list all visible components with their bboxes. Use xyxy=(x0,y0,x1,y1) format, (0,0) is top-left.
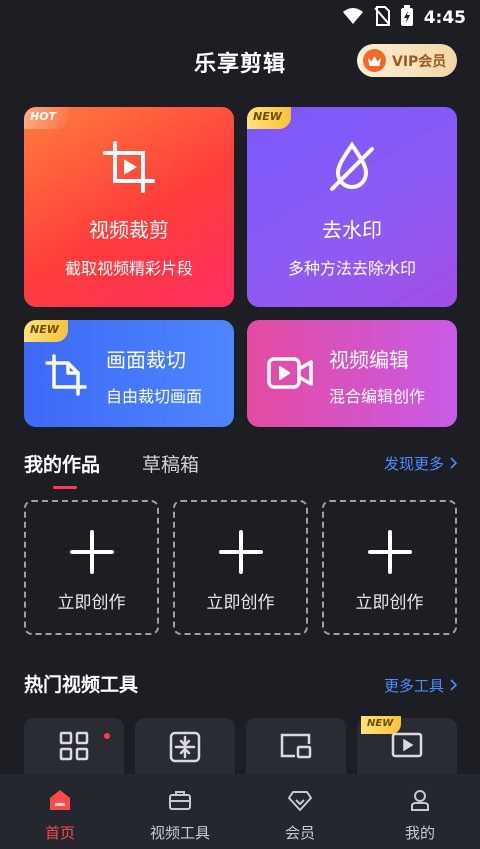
chevron-right-icon xyxy=(450,455,458,473)
remove-watermark-card[interactable]: NEW 去水印 多种方法去除水印 xyxy=(247,107,457,307)
status-bar: 4:45 xyxy=(0,0,480,34)
crop-frame-icon xyxy=(44,353,88,401)
video-edit-card[interactable]: 视频编辑 混合编辑创作 xyxy=(247,320,457,427)
remove-watermark-title: 去水印 xyxy=(322,218,382,242)
create-now-label: 立即创作 xyxy=(206,593,275,613)
status-time: 4:45 xyxy=(423,8,466,28)
video-edit-title: 视频编辑 xyxy=(329,348,409,372)
nav-video-tools-label: 视频工具 xyxy=(149,824,210,842)
video-crop-title: 视频裁剪 xyxy=(89,218,169,242)
toolbox-icon xyxy=(120,788,240,812)
nav-video-tools[interactable]: 视频工具 xyxy=(120,774,240,849)
frame-crop-title: 画面裁切 xyxy=(106,348,186,372)
hot-badge: HOT xyxy=(24,107,68,129)
works-tabs: 我的作品 草稿箱 发现更多 xyxy=(24,448,458,492)
new-badge: NEW xyxy=(247,107,291,129)
nav-profile-label: 我的 xyxy=(404,824,435,842)
play-video-icon xyxy=(357,730,457,760)
frame-crop-card[interactable]: NEW 画面裁切 自由裁切画面 xyxy=(24,320,234,427)
discover-more-link[interactable]: 发现更多 xyxy=(383,453,458,474)
app-header: 乐享剪辑 VIP会员 xyxy=(0,40,480,82)
new-badge: NEW xyxy=(24,320,68,342)
plus-icon xyxy=(324,530,455,574)
tab-drafts[interactable]: 草稿箱 xyxy=(142,450,199,477)
plus-icon xyxy=(26,530,157,574)
nav-home-label: 首页 xyxy=(44,824,75,842)
more-tools-label: 更多工具 xyxy=(383,677,444,695)
tab-my-works[interactable]: 我的作品 xyxy=(24,450,100,477)
compress-icon xyxy=(135,730,235,764)
vip-button[interactable]: VIP会员 xyxy=(357,44,457,77)
status-icons: 4:45 xyxy=(342,5,466,31)
bottom-nav: 首页 视频工具 会员 我的 xyxy=(0,774,480,849)
video-camera-icon xyxy=(267,353,313,397)
discover-more-label: 发现更多 xyxy=(383,455,444,473)
create-now-label: 立即创作 xyxy=(57,593,126,613)
create-now-label: 立即创作 xyxy=(355,593,424,613)
nav-membership-label: 会员 xyxy=(284,824,315,842)
wifi-icon xyxy=(342,7,364,29)
user-icon xyxy=(360,788,480,812)
create-now-button[interactable]: 立即创作 xyxy=(322,500,457,635)
no-sim-icon xyxy=(373,6,390,30)
water-drop-slash-icon xyxy=(247,139,457,195)
diamond-icon xyxy=(240,788,360,812)
home-icon xyxy=(0,788,120,812)
popular-tools-header: 热门视频工具 更多工具 xyxy=(24,670,458,700)
notification-dot xyxy=(104,733,110,739)
active-tab-indicator xyxy=(53,486,77,489)
plus-icon xyxy=(175,530,306,574)
video-crop-card[interactable]: HOT 视频裁剪 截取视频精彩片段 xyxy=(24,107,234,307)
more-tools-link[interactable]: 更多工具 xyxy=(383,675,458,696)
picture-in-picture-icon xyxy=(246,730,346,760)
nav-membership[interactable]: 会员 xyxy=(240,774,360,849)
frame-crop-subtitle: 自由裁切画面 xyxy=(106,387,203,406)
nav-home[interactable]: 首页 xyxy=(0,774,120,849)
battery-charging-icon xyxy=(400,5,414,31)
remove-watermark-subtitle: 多种方法去除水印 xyxy=(287,259,416,278)
vip-label: VIP会员 xyxy=(392,53,447,70)
create-now-button[interactable]: 立即创作 xyxy=(173,500,308,635)
video-crop-subtitle: 截取视频精彩片段 xyxy=(64,259,193,278)
crown-icon xyxy=(363,49,386,72)
crop-video-icon xyxy=(24,139,234,195)
create-now-button[interactable]: 立即创作 xyxy=(24,500,159,635)
nav-profile[interactable]: 我的 xyxy=(360,774,480,849)
chevron-right-icon xyxy=(450,677,458,695)
video-edit-subtitle: 混合编辑创作 xyxy=(329,387,426,406)
